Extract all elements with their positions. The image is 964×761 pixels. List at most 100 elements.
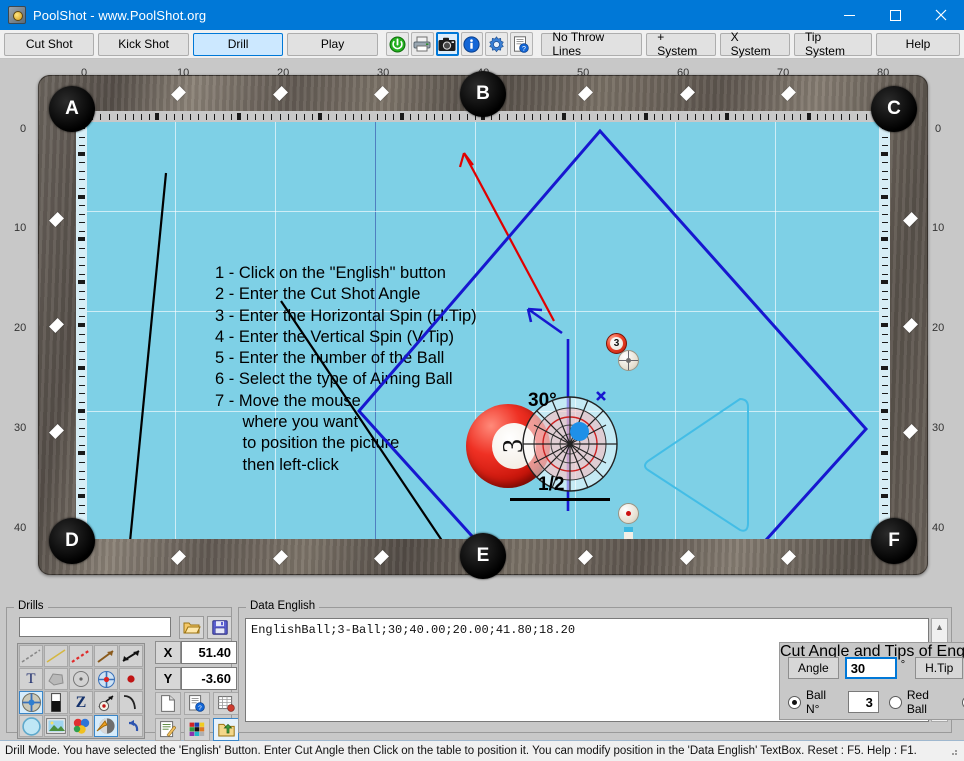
export-folder-icon[interactable]: [213, 718, 239, 741]
ball-number-input[interactable]: 3: [848, 691, 879, 713]
ruler-left-0: 0: [20, 123, 27, 135]
radio-ball-number-dot[interactable]: [788, 695, 801, 709]
pocket-c[interactable]: C: [871, 86, 917, 132]
info-icon[interactable]: [460, 32, 484, 56]
cue-ball-crosshair-h: [619, 360, 638, 361]
z-tool[interactable]: Z: [69, 691, 93, 714]
english-ball-tool[interactable]: [19, 691, 43, 714]
table-cloth[interactable]: 1 - Click on the "English" button 2 - En…: [76, 111, 890, 539]
pool-table[interactable]: 1 - Click on the "English" button 2 - En…: [38, 71, 928, 579]
polygon-tool[interactable]: [44, 668, 68, 690]
y-value[interactable]: -3.60: [181, 667, 237, 690]
radio-ball-number[interactable]: Ball N°: [788, 688, 843, 716]
radio-red-ball[interactable]: Red Ball: [888, 688, 957, 716]
drawing-tools-grid[interactable]: T Z: [17, 643, 145, 739]
cue-aim-tool[interactable]: [94, 691, 118, 714]
minimize-icon[interactable]: [826, 0, 872, 30]
maximize-icon[interactable]: [872, 0, 918, 30]
print-icon[interactable]: [411, 32, 434, 56]
ball-type-row: Ball N° 3 Red Ball Yellow Ball EnglishBa…: [788, 688, 964, 716]
angle-button[interactable]: Angle: [788, 657, 839, 679]
save-disk-icon[interactable]: [207, 616, 232, 639]
title-bar: PoolShot - www.PoolShot.org: [0, 0, 964, 30]
pocket-f[interactable]: F: [871, 518, 917, 564]
double-arrow-tool[interactable]: [119, 645, 143, 667]
document-help-icon[interactable]: ?: [510, 32, 533, 56]
ruler-left-30: 30: [14, 422, 27, 434]
open-folder-icon[interactable]: [179, 616, 204, 639]
pocket-d[interactable]: D: [49, 518, 95, 564]
button-help[interactable]: Help: [876, 32, 960, 56]
grid-line-v6: [675, 111, 676, 539]
button-plus-system[interactable]: + System: [646, 30, 716, 58]
curve-tool[interactable]: [119, 691, 143, 714]
grid-line-h1: [76, 211, 890, 212]
circle-tool[interactable]: [69, 668, 93, 690]
pocket-a[interactable]: A: [49, 86, 95, 132]
rail-diamond: [272, 550, 288, 565]
grid-line-v1: [175, 111, 176, 539]
camera-icon[interactable]: [435, 32, 459, 56]
angle-input[interactable]: 30: [844, 657, 897, 679]
shade-tool[interactable]: [94, 715, 118, 737]
file-actions-grid[interactable]: ?: [155, 692, 241, 741]
button-tip-system[interactable]: Tip System: [793, 30, 872, 58]
radio-ball-number-label: Ball N°: [806, 688, 827, 716]
aim-angle-label: 30°: [528, 390, 557, 411]
power-icon[interactable]: [386, 32, 410, 56]
table-playing-surface[interactable]: 1 - Click on the "English" button 2 - En…: [76, 111, 890, 539]
ball-tool[interactable]: [19, 715, 43, 737]
new-document-icon[interactable]: [155, 692, 181, 715]
rail-tool[interactable]: [44, 691, 68, 714]
tab-cut-shot[interactable]: Cut Shot: [4, 32, 95, 56]
ruler-right-40: 40: [932, 522, 945, 534]
color-balls-tool[interactable]: [69, 715, 93, 737]
tab-kick-shot[interactable]: Kick Shot: [98, 32, 189, 56]
settings-gear-icon[interactable]: [485, 32, 509, 56]
yellow-line-tool[interactable]: [44, 645, 68, 667]
svg-text:?: ?: [522, 46, 526, 53]
pool-table-area[interactable]: 0 10 20 30 40 50 60 70 80 0 10 20 30 40 …: [0, 59, 964, 600]
cue-ball-lower[interactable]: [618, 503, 639, 524]
dashed-red-line-tool[interactable]: [69, 645, 93, 667]
arrow-tool[interactable]: [94, 645, 118, 667]
data-english-group: Data English EnglishBall;3-Ball;30;40.00…: [238, 600, 964, 733]
dot-tool[interactable]: [119, 668, 143, 690]
ruler-right-0: 0: [935, 123, 942, 135]
status-bar: Drill Mode. You have selected the 'Engli…: [0, 740, 964, 761]
aiming-ball-diagram[interactable]: 3 30° 1/2: [466, 390, 626, 506]
y-coordinate-row: Y -3.60: [155, 667, 241, 690]
rail-diamond: [903, 212, 918, 227]
radio-red-ball-dot[interactable]: [888, 695, 902, 709]
data-english-legend: Data English: [246, 600, 320, 612]
close-icon[interactable]: [918, 0, 964, 30]
poolshot-window: PoolShot - www.PoolShot.org Cut Shot Kic…: [0, 0, 964, 761]
htip-button[interactable]: H.Tip: [915, 657, 964, 679]
pocket-e[interactable]: E: [460, 533, 506, 579]
table-grid-icon[interactable]: [213, 692, 239, 715]
y-label: Y: [155, 667, 181, 690]
pocket-b[interactable]: B: [460, 71, 506, 117]
tab-play[interactable]: Play: [287, 32, 378, 56]
color-palette-icon[interactable]: [184, 718, 210, 741]
button-no-throw-lines[interactable]: No Throw Lines: [541, 30, 643, 58]
cue-ball-upper[interactable]: [618, 350, 639, 371]
image-tool[interactable]: [44, 715, 68, 737]
object-ball-number: 3: [610, 337, 623, 350]
document-help-icon[interactable]: ?: [184, 692, 210, 715]
button-x-system[interactable]: X System: [719, 30, 790, 58]
rail-diamond: [903, 318, 918, 333]
edit-notes-icon[interactable]: [155, 718, 181, 741]
undo-tool[interactable]: [119, 715, 143, 737]
text-tool[interactable]: T: [19, 668, 43, 690]
ruler-left-40: 40: [14, 522, 27, 534]
drill-name-input[interactable]: [19, 617, 171, 637]
x-value[interactable]: 51.40: [181, 641, 237, 664]
resize-grip-icon[interactable]: [947, 745, 959, 757]
scroll-up-icon[interactable]: ▲: [932, 619, 947, 635]
drills-legend: Drills: [14, 600, 48, 612]
line-tool[interactable]: [19, 645, 43, 667]
tab-drill[interactable]: Drill: [192, 32, 284, 56]
target-tool[interactable]: [94, 668, 118, 690]
ruler-band-right: [879, 111, 890, 539]
